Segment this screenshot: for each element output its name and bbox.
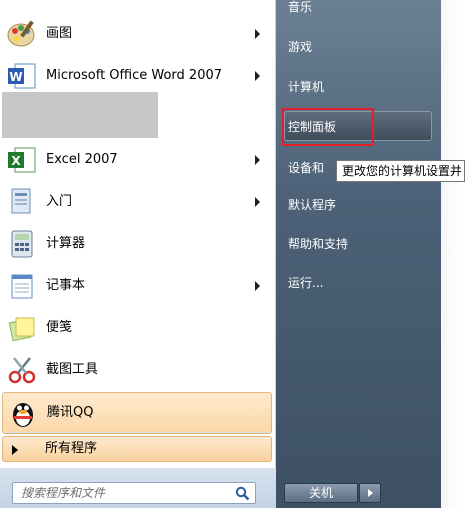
excel-icon: X: [6, 144, 38, 176]
submenu-arrow-icon[interactable]: [255, 29, 260, 39]
redacted-block: [2, 92, 158, 138]
tooltip: 更改您的计算机设置并: [336, 160, 465, 182]
shutdown-options-button[interactable]: [359, 483, 381, 503]
calculator-icon: [6, 228, 38, 260]
program-paint[interactable]: 画图: [2, 14, 270, 54]
search-icon[interactable]: [235, 486, 250, 501]
word-icon: W: [6, 60, 38, 92]
annotation-highlight-box: [282, 108, 374, 146]
search-box[interactable]: [12, 482, 256, 504]
submenu-arrow-icon[interactable]: [255, 155, 260, 165]
program-notepad[interactable]: 记事本: [2, 266, 270, 306]
arrow-right-icon: [368, 489, 373, 497]
snipping-tool-icon: [6, 354, 38, 386]
getting-started-icon: [6, 186, 38, 218]
program-label: 记事本: [46, 278, 86, 293]
program-label: 截图工具: [46, 362, 99, 377]
program-sticky-notes[interactable]: 便笺: [2, 308, 270, 348]
program-label: 计算器: [46, 236, 86, 251]
program-label: 腾讯QQ: [47, 405, 94, 420]
shutdown-button[interactable]: 关机: [284, 483, 358, 503]
desktop-edge: [441, 0, 465, 508]
link-run[interactable]: 运行...: [288, 272, 323, 294]
search-input[interactable]: [21, 485, 221, 501]
program-qq[interactable]: 腾讯QQ: [2, 392, 272, 434]
submenu-arrow-icon[interactable]: [255, 197, 260, 207]
program-label: 画图: [46, 26, 73, 41]
submenu-arrow-icon[interactable]: [255, 71, 260, 81]
link-games[interactable]: 游戏: [288, 36, 312, 58]
all-programs-label: 所有程序: [45, 441, 98, 456]
sticky-notes-icon: [6, 312, 38, 344]
program-word[interactable]: W Microsoft Office Word 2007: [2, 56, 270, 96]
submenu-arrow-icon[interactable]: [255, 281, 260, 291]
link-help-and-support[interactable]: 帮助和支持: [288, 233, 348, 255]
program-label: 便笺: [46, 320, 73, 335]
link-devices-and-printers[interactable]: 设备和: [288, 157, 324, 179]
program-excel[interactable]: X Excel 2007: [2, 140, 270, 180]
link-music[interactable]: 音乐: [288, 0, 312, 18]
program-label: 入门: [46, 194, 73, 209]
program-label: Microsoft Office Word 2007: [46, 68, 223, 83]
separator: [8, 432, 270, 433]
program-getting-started[interactable]: 入门: [2, 182, 270, 222]
link-computer[interactable]: 计算机: [288, 76, 324, 98]
qq-penguin-icon: [7, 397, 39, 429]
expand-arrow-icon: [12, 445, 18, 455]
svg-text:X: X: [11, 154, 21, 168]
svg-text:W: W: [9, 70, 22, 84]
program-calculator[interactable]: 计算器: [2, 224, 270, 264]
program-label: Excel 2007: [46, 152, 118, 167]
program-snipping-tool[interactable]: 截图工具: [2, 350, 270, 390]
link-default-programs[interactable]: 默认程序: [288, 194, 336, 216]
paint-icon: [6, 18, 38, 50]
notepad-icon: [6, 270, 38, 302]
all-programs-button[interactable]: 所有程序: [2, 436, 272, 462]
